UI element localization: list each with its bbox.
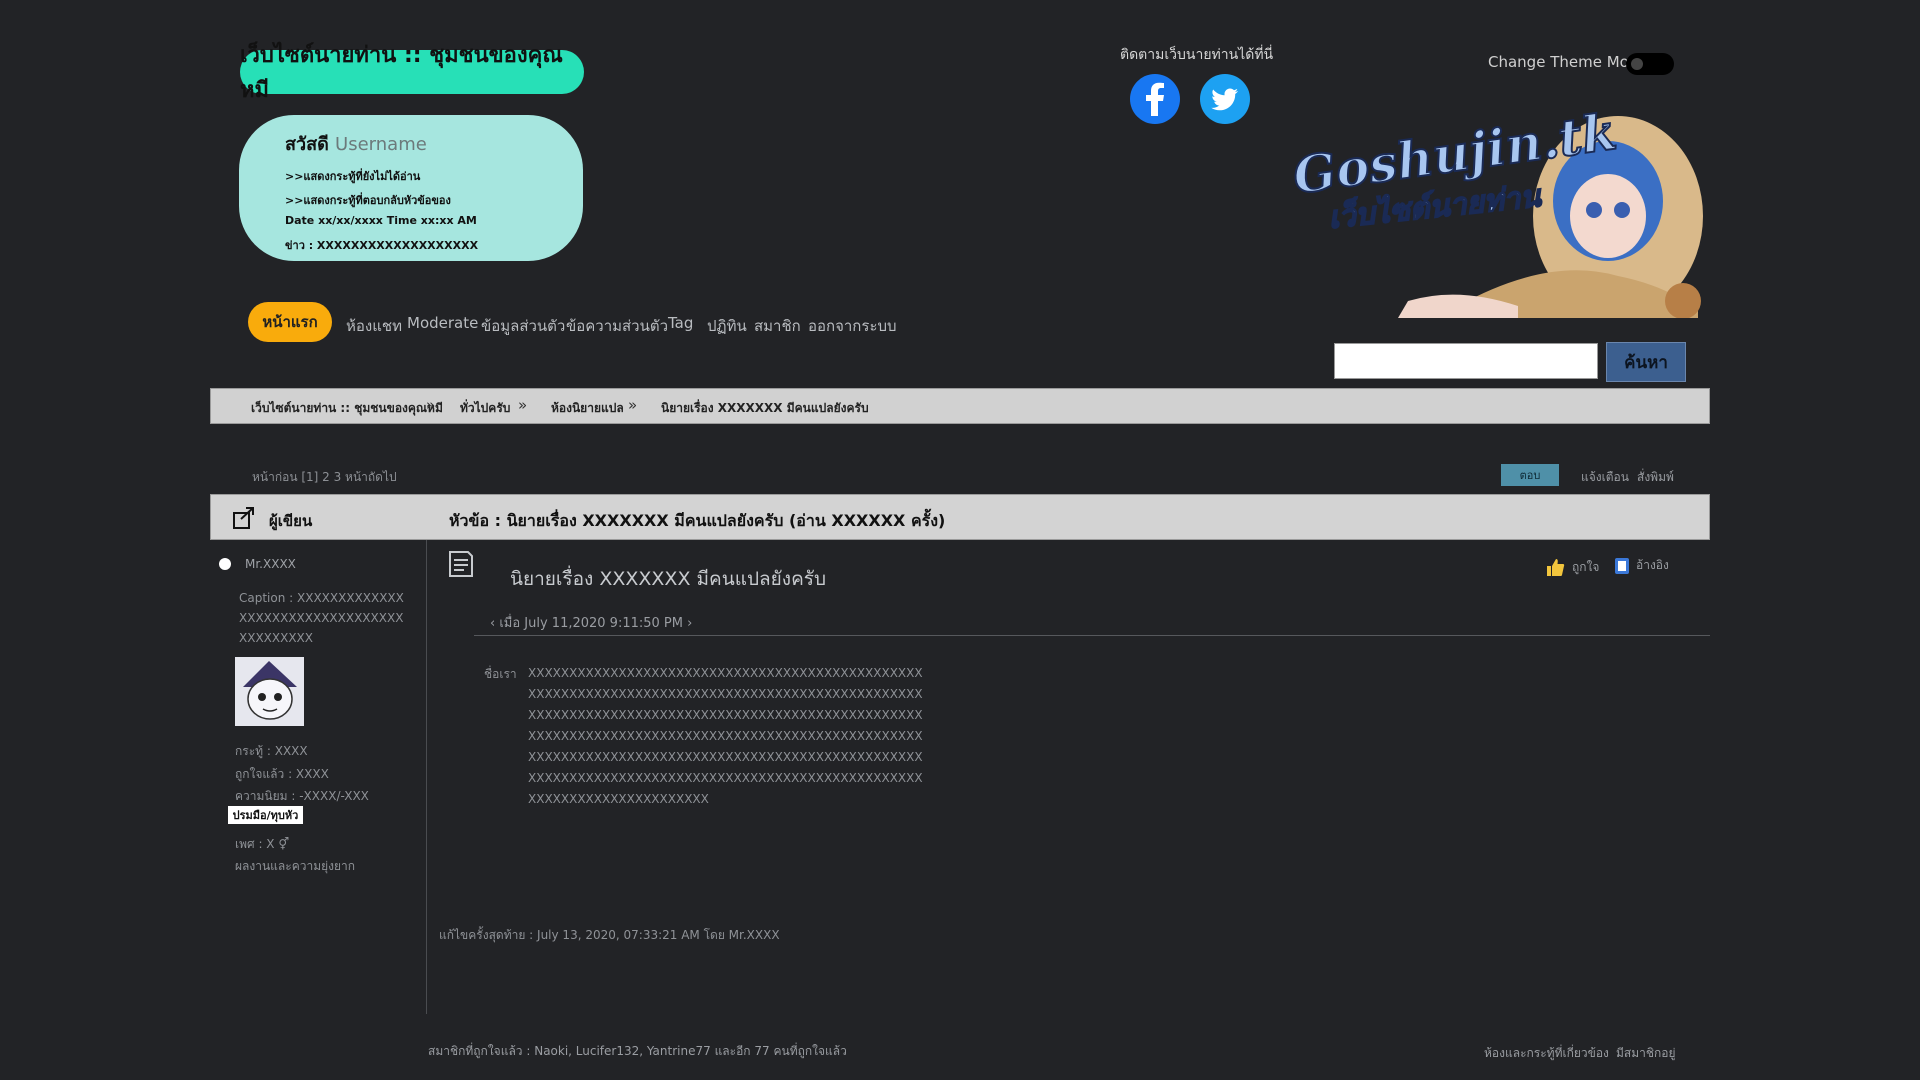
author-name[interactable]: Mr.XXXX [245, 557, 296, 571]
online-members-link[interactable]: มีสมาชิกอยู่ [1616, 1044, 1676, 1063]
author-popularity: ความนิยม : -XXXX/-XXX [235, 789, 369, 803]
avatar[interactable] [235, 657, 304, 726]
date-time: Date xx/xx/xxxx Time xx:xx AM [285, 214, 477, 227]
breadcrumb: เว็บไซต์นายท่าน :: ชุมชนของคุณหมี » ทั่ว… [210, 388, 1710, 424]
post-icon [449, 551, 473, 577]
breadcrumb-separator: » [628, 396, 638, 414]
breadcrumb-separator: » [426, 396, 436, 414]
quote-icon [1615, 557, 1629, 574]
author-profile-link[interactable]: ผลงานและความยุ่งยาก [235, 857, 355, 876]
reply-button[interactable]: ตอบ [1501, 464, 1559, 486]
replied-topics-link[interactable]: >>แสดงกระทู้ที่ตอบกลับหัวข้อของ [285, 191, 451, 209]
nav-home[interactable]: หน้าแรก [248, 302, 332, 342]
site-logo-banner[interactable]: Goshujin.tk เว็บไซต์นายท่าน [1288, 101, 1712, 319]
post-divider [474, 635, 1710, 636]
topic-header: ผู้เขียน หัวข้อ : นิยายเรื่อง XXXXXXX มี… [210, 494, 1710, 540]
facebook-icon[interactable] [1130, 74, 1180, 124]
topic-icon [233, 507, 254, 529]
author-likes: ถูกใจแล้ว : XXXX [235, 767, 329, 781]
thumbs-up-icon [1547, 559, 1565, 576]
liked-members: สมาชิกที่ถูกใจแล้ว : Naoki, Lucifer132, … [428, 1044, 847, 1058]
post-date: ‹ เมื่อ July 11,2020 9:11:50 PM › [490, 616, 693, 631]
breadcrumb-home[interactable]: เว็บไซต์นายท่าน :: ชุมชนของคุณหมี [251, 399, 443, 418]
search-button[interactable]: ค้นหา [1606, 342, 1686, 382]
last-edited: แก้ไขครั้งสุดท้าย : July 13, 2020, 07:33… [439, 928, 780, 942]
greeting: สวัสดี Username [285, 129, 427, 158]
author-gender: เพศ : X ⚥ [235, 837, 290, 851]
print-link[interactable]: สั่งพิมพ์ [1637, 468, 1674, 487]
nav-chat-room[interactable]: ห้องแชท [346, 314, 402, 338]
post-title: นิยายเรื่อง XXXXXXX มีคนแปลยังครับ [510, 568, 827, 590]
nav-profile[interactable]: ข้อมูลส่วนตัว [481, 314, 565, 338]
related-topics-link[interactable]: ห้องและกระทู้ที่เกี่ยวข้อง [1484, 1044, 1609, 1063]
twitter-icon[interactable] [1200, 74, 1250, 124]
nav-logout[interactable]: ออกจากระบบ [808, 314, 897, 338]
author-posts: กระทู้ : XXXX [235, 744, 308, 758]
breadcrumb-separator: » [518, 396, 528, 414]
search-input[interactable] [1334, 343, 1598, 379]
post-quote-label: ชื่อเรา [484, 667, 517, 681]
like-button[interactable]: ถูกใจ [1544, 556, 1599, 578]
pagination[interactable]: หน้าก่อน [1] 2 3 หน้าถัดไป [252, 468, 397, 487]
online-status-icon [219, 558, 231, 570]
theme-toggle[interactable] [1626, 53, 1674, 75]
notify-link[interactable]: แจ้งเตือน [1581, 468, 1629, 487]
unread-topics-link[interactable]: >>แสดงกระทู้ที่ยังไม่ได้อ่าน [285, 167, 420, 185]
author-column-label: ผู้เขียน [269, 512, 313, 530]
like-label: ถูกใจ [1572, 559, 1600, 574]
toggle-knob [1631, 58, 1643, 70]
author-caption: Caption : XXXXXXXXXXXXXXXXXXXXXXXXXXXXXX… [239, 591, 404, 645]
post-body: XXXXXXXXXXXXXXXXXXXXXXXXXXXXXXXXXXXXXXXX… [528, 666, 923, 806]
follow-label: ติดตามเว็บนายท่านได้ที่นี่ [1120, 47, 1274, 63]
nav-moderate[interactable]: Moderate [407, 314, 478, 332]
nav-members[interactable]: สมาชิก [754, 314, 801, 338]
breadcrumb-general[interactable]: ทั่วไปครับ [460, 399, 510, 418]
nav-tag[interactable]: Tag [668, 314, 693, 332]
nav-messages[interactable]: ข้อความส่วนตัว [566, 314, 668, 338]
username[interactable]: Username [335, 134, 427, 155]
breadcrumb-novel-room[interactable]: ห้องนิยายแปล [551, 399, 624, 418]
applaud-smite-button[interactable]: ปรมมือ/ทุบหัว [228, 806, 303, 824]
site-title[interactable]: เว็บไซต์นายท่าน :: ชุมชนของคุณหมี [240, 43, 584, 103]
nav-calendar[interactable]: ปฏิทิน [707, 314, 747, 338]
quote-label: อ้างอิง [1636, 558, 1669, 572]
greeting-prefix: สวัสดี [285, 134, 336, 155]
quote-button[interactable]: อ้างอิง [1614, 556, 1669, 575]
topic-title: หัวข้อ : นิยายเรื่อง XXXXXXX มีคนแปลยังค… [449, 511, 946, 530]
user-info-panel: สวัสดี Username >>แสดงกระทู้ที่ยังไม่ได้… [239, 115, 583, 261]
theme-mode-label: Change Theme Mode [1488, 53, 1648, 71]
breadcrumb-topic[interactable]: นิยายเรื่อง XXXXXXX มีคนแปลยังครับ [661, 399, 869, 418]
news-line: ข่าว : XXXXXXXXXXXXXXXXXXX [285, 239, 479, 252]
column-divider [426, 540, 427, 1014]
